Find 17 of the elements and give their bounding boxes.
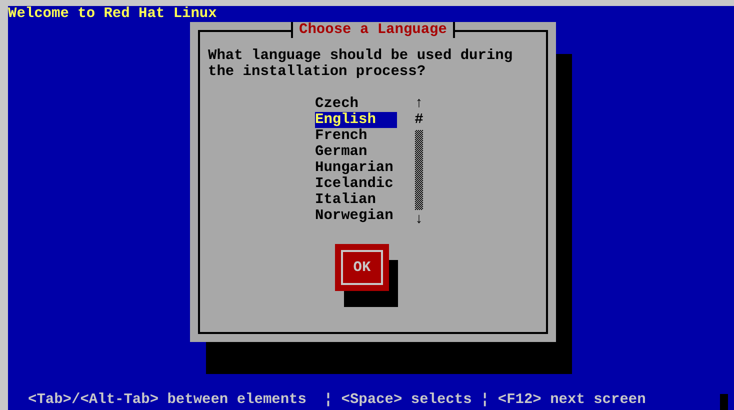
language-option[interactable]: Italian [315,192,397,208]
dialog-title: Choose a Language [291,22,455,38]
language-option[interactable]: Icelandic [315,176,397,192]
ok-button[interactable]: OK [335,244,389,291]
language-option[interactable]: German [315,144,397,160]
language-option[interactable]: Hungarian [315,160,397,176]
text-cursor [720,394,728,410]
help-text: <Tab>/<Alt-Tab> between elements ¦ <Space> selects ¦ <F12> next screen [28,392,646,408]
prompt-text: What language should be used during the installation process? [208,48,514,80]
language-option[interactable]: Norwegian [315,208,397,224]
language-option[interactable]: English [315,112,397,128]
language-option[interactable]: French [315,128,397,144]
scroll-thumb[interactable]: # [414,112,424,128]
language-option[interactable]: Czech [315,96,397,112]
scroll-down-arrow[interactable]: ↓ [414,212,424,228]
screen-title: Welcome to Red Hat Linux [8,6,218,22]
scroll-up-arrow[interactable]: ↑ [414,96,424,112]
